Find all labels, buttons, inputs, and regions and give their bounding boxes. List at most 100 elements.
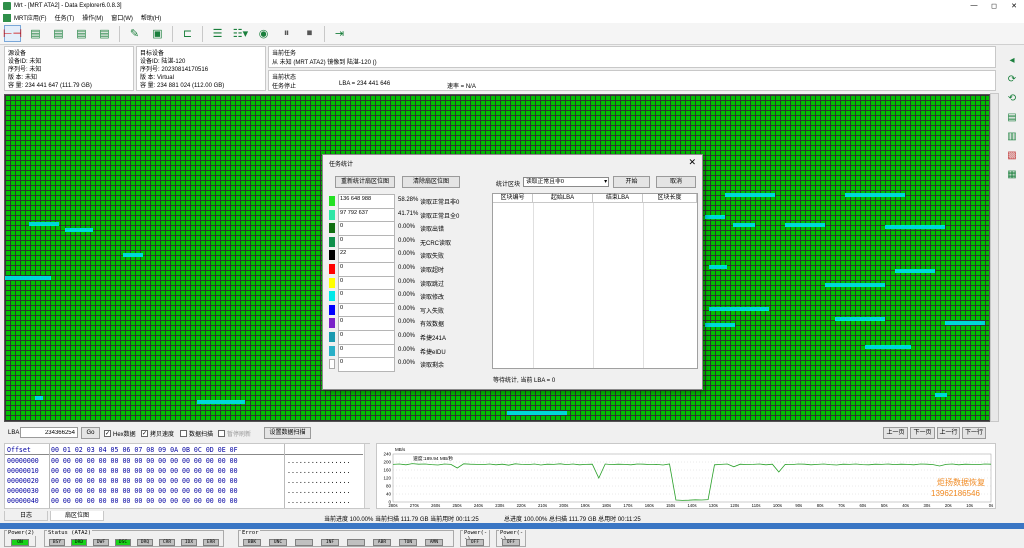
data-scan-checkbox[interactable]: 数据扫描 [180, 429, 213, 438]
menu-task[interactable]: 任务(T) [55, 13, 75, 22]
doc-icon[interactable]: ▤ [73, 25, 90, 42]
x-tick-label: 200s [559, 503, 568, 508]
doc-icon[interactable]: ▤ [50, 25, 67, 42]
list-icon[interactable]: ☰ [209, 25, 226, 42]
disk-icon[interactable]: ◉ [255, 25, 272, 42]
table-column-line [643, 203, 644, 368]
save-icon[interactable]: ▣ [149, 25, 166, 42]
exit-icon[interactable]: ⇥ [331, 25, 348, 42]
next-page-button[interactable]: 下一页 [910, 427, 935, 439]
x-tick-label: 80s [817, 503, 824, 508]
zero-block-stripe [835, 317, 885, 321]
zero-block-stripe [35, 396, 43, 400]
zero-block-stripe [123, 253, 143, 257]
doc-icon[interactable]: ▦ [1005, 168, 1019, 182]
stat-color-swatch [329, 332, 335, 342]
copy-speed-checkbox[interactable]: ✓ 拷贝速度 [141, 429, 174, 438]
stat-label: 有效数据 [420, 322, 445, 329]
data-scan-label: 数据扫描 [189, 432, 214, 438]
edit-icon[interactable]: ✎ [126, 25, 143, 42]
nav-icon[interactable]: ◂ [1005, 54, 1019, 68]
hex-viewer[interactable]: Offset 00 01 02 03 04 05 06 07 08 09 0A … [4, 443, 370, 509]
toolbar-separator [172, 25, 173, 42]
block-label: 统计区块 [496, 182, 521, 188]
x-tick-label: 50s [881, 503, 888, 508]
hex-offset: 00000030 [7, 487, 39, 495]
zero-block-stripe [845, 193, 905, 197]
close-button[interactable]: ✕ [1004, 2, 1024, 10]
set-scan-button[interactable]: 设置数据扫描 [264, 427, 311, 439]
stat-label: 读取跳过 [420, 281, 445, 288]
error-register-group: Error BBK UNC INF ABR TON AMN [238, 530, 454, 547]
minimize-button[interactable]: — [964, 2, 984, 10]
stop-icon[interactable]: ⏹ [301, 25, 318, 42]
x-tick-label: 100s [773, 503, 782, 508]
tab-log[interactable]: 日志 [4, 511, 48, 521]
pause-refresh-label: 暂停刷新 [227, 432, 252, 438]
stat-color-swatch [329, 318, 335, 329]
x-tick-label: 190s [581, 503, 590, 508]
doc-icon[interactable]: ▤ [1005, 111, 1019, 125]
menu-help[interactable]: 帮助(H) [141, 13, 161, 22]
menu-window[interactable]: 窗口(W) [111, 13, 133, 22]
dialog-close-icon[interactable]: ✕ [688, 157, 696, 168]
stat-percent: 0.00% [398, 319, 416, 326]
hex-bytes: 00 00 00 00 00 00 00 00 00 00 00 00 00 0… [51, 497, 238, 505]
prev-line-button[interactable]: 上一行 [937, 427, 960, 439]
pause-icon[interactable]: ⏸ [278, 25, 295, 42]
x-tick-label: 150s [666, 503, 675, 508]
hex-data-checkbox[interactable]: ✓ Hex数据 [104, 429, 136, 438]
tree-icon[interactable]: ⊏ [179, 25, 196, 42]
hex-scrollbar[interactable] [364, 444, 370, 508]
hdd-copy-icon[interactable]: ⊢⊣ [3, 25, 22, 42]
power3-indicator: OFF [466, 539, 484, 546]
doc-icon[interactable]: ▤ [27, 25, 44, 42]
x-tick-label: 270s [410, 503, 419, 508]
maximize-button[interactable]: ◻ [984, 2, 1004, 10]
stat-percent: 0.00% [398, 224, 416, 231]
x-tick-label: 40s [902, 503, 909, 508]
x-tick-label: 120s [730, 503, 739, 508]
current-progress: 当前进度 100.00% 当前扫描 111.79 GB 当前用时 00:11:2… [324, 517, 479, 523]
list-dropdown-icon[interactable]: ☷▾ [232, 25, 249, 42]
zero-block-stripe [705, 215, 725, 219]
status-speed: 速率 = N/A [447, 84, 476, 90]
block-table[interactable]: 区块编号 起始LBA 结束LBA 区块长度 [492, 193, 698, 369]
refresh-icon[interactable]: ⟲ [1005, 92, 1019, 106]
stat-percent: 0.00% [398, 251, 416, 258]
hex-bytes: 00 00 00 00 00 00 00 00 00 00 00 00 00 0… [51, 477, 238, 485]
doc-icon[interactable]: ▤ [96, 25, 113, 42]
hex-ascii: ................ [287, 487, 351, 495]
clear-bitmap-button[interactable]: 清除扇区位图 [402, 176, 460, 188]
checkbox-empty-icon [218, 430, 225, 437]
go-button[interactable]: Go [81, 427, 100, 439]
doc-icon[interactable]: ▥ [1005, 130, 1019, 144]
stat-percent: 0.00% [398, 346, 416, 353]
stat-label: 读取超时 [420, 268, 445, 274]
redraw-bitmap-button[interactable]: 重新统计扇区位图 [335, 176, 395, 188]
hex-offset: 00000040 [7, 497, 39, 505]
chart-current-speed: 速度:189.94 MB/秒 [413, 455, 453, 462]
prev-page-button[interactable]: 上一页 [883, 427, 908, 439]
next-line-button[interactable]: 下一行 [962, 427, 986, 439]
tab-sector-bitmap[interactable]: 扇区位图 [50, 511, 104, 521]
menu-app-icon[interactable] [3, 13, 11, 22]
block-select[interactable]: 读取正常且非0 ▾ [523, 177, 609, 187]
start-button[interactable]: 开始 [613, 176, 650, 188]
menu-mrt-app[interactable]: MRT应用(F) [14, 13, 47, 22]
refresh-icon[interactable]: ⟳ [1005, 73, 1019, 87]
stat-color-swatch [329, 359, 335, 370]
x-tick-label: 130s [709, 503, 718, 508]
bitmap-scrollbar[interactable] [990, 93, 999, 422]
x-tick-label: 210s [538, 503, 547, 508]
lba-input[interactable] [20, 427, 78, 438]
zero-block-stripe [785, 223, 825, 227]
cancel-button[interactable]: 取消 [656, 176, 696, 188]
report-icon[interactable]: ▧ [1005, 149, 1019, 163]
device-info-bar: 源设备 设备ID: 未知 序列号: 未知 版 本: 未知 容 量: 234 44… [0, 45, 1000, 93]
zero-block-stripe [733, 223, 755, 227]
menu-operation[interactable]: 操作(M) [82, 13, 103, 22]
pause-refresh-checkbox[interactable]: 暂停刷新 [218, 429, 251, 438]
current-task-panel: 当前任务 从 未知 (MRT ATA2) 镜像到 陆湛-120 () [268, 46, 996, 68]
error-register-indicator: AMN [425, 539, 443, 546]
